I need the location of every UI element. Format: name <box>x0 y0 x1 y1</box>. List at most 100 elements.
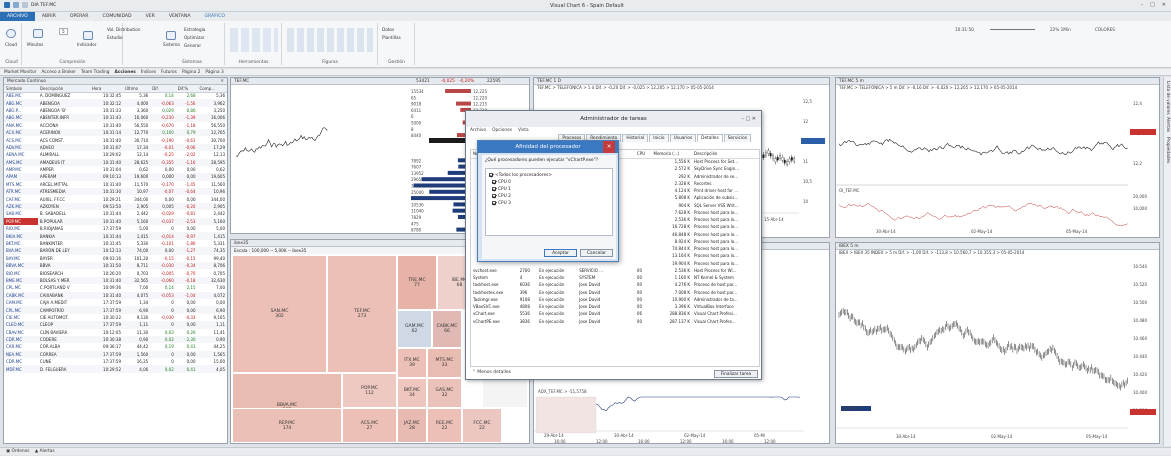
table-row[interactable]: ABG.MCABENTER.INFR10:31:4316,060-0,230-1… <box>4 114 227 121</box>
menu-opciones[interactable]: Opciones <box>492 128 512 133</box>
workspace-tab[interactable]: Acceso a Broker <box>41 70 75 75</box>
table-row[interactable]: APAMAPERAM09:10:1319,6000,0000,0019,605 <box>4 173 227 180</box>
table-row[interactable]: ADV.MCADVEO10:31:0717,34-0,01-0,0617,29 <box>4 144 227 151</box>
table-row[interactable]: CBAV.MCCLÍN BAVIERA10:12:0511,300,030,26… <box>4 329 227 336</box>
column-header[interactable]: Símbolo <box>4 85 38 92</box>
generar-button[interactable]: Generar <box>184 43 201 48</box>
treemap-cell[interactable]: REE.MC22 <box>427 408 462 443</box>
checkbox[interactable] <box>492 194 496 198</box>
table-row[interactable]: BVA.MCBARÓN DE LEY10:12:1374,000,00-1,27… <box>4 247 227 254</box>
workspace-tab[interactable]: Página 2 <box>182 70 200 75</box>
table-row[interactable]: CAM.MCCAJA A.MEDIT17:37:591,3400,000,00 <box>4 299 227 306</box>
table-row[interactable]: RIO.MCB.RIOJANAS17:37:595,0000,005,00 <box>4 225 227 232</box>
column-header[interactable]: Comp... <box>197 85 227 92</box>
sistema-button[interactable]: Sistema <box>163 42 180 47</box>
process-row[interactable]: System4En ejecuciónSYSTEM001.160 KNT Ker… <box>471 274 759 281</box>
ribbon-tab-archivo[interactable]: ARCHIVO <box>0 12 35 21</box>
price-chart-ibex[interactable]: 10.54010.52010.50010.48010.46010.44010.4… <box>836 258 1159 444</box>
table-row[interactable]: BAY.MCBAYER09:03:16101,20-0,15-0,1599,40 <box>4 255 227 262</box>
table-row[interactable]: CAR.MCCOR.ALBA09:36:1744,420,190,4344,25 <box>4 343 227 350</box>
minutos-button[interactable]: Minutos <box>27 42 43 47</box>
optimizar-button[interactable]: Optimizar <box>184 35 205 40</box>
close-icon[interactable]: ✕ <box>1162 2 1166 8</box>
checkbox[interactable] <box>492 201 496 205</box>
sidebar-tab-propiedades[interactable]: Propiedades <box>1165 137 1170 163</box>
chart-title[interactable]: TEF.MC 1 D <box>537 79 561 84</box>
checkbox[interactable] <box>489 173 493 177</box>
processor-option[interactable]: CPU 0 <box>489 179 609 186</box>
maximize-icon[interactable]: □ <box>1150 2 1155 8</box>
save-icon[interactable] <box>13 2 19 8</box>
tab-historial[interactable]: Historial <box>622 134 648 142</box>
indicador-button[interactable]: Indicador <box>77 42 97 47</box>
close-icon[interactable]: ✕ <box>603 141 615 153</box>
table-row[interactable]: AMS.MCAMADEUS IT10:31:4028,625-0,355-1,1… <box>4 159 227 166</box>
treemap-cell[interactable]: ITX.MC39 <box>397 348 427 378</box>
treemap-cell[interactable]: POP.MC112 <box>342 373 397 408</box>
fewer-details-toggle[interactable]: ⌃ Menos detalles <box>472 370 511 375</box>
table-row[interactable]: BKIA.MCBANKIA10:31:441,415-0,014-0,971,4… <box>4 232 227 239</box>
treemap-cell[interactable]: TEF.MC273 <box>327 255 397 373</box>
table-row[interactable]: ATR.MCATRESMEDIA10:31:3010,97-0,07-0,641… <box>4 188 227 195</box>
table-row[interactable]: CDR.MCCODERE10:30:380,900,022,300,90 <box>4 336 227 343</box>
ribbon-tab-operar[interactable]: OPERAR <box>63 12 96 21</box>
table-row[interactable]: CLEO.MCCLEOP17:37:591,1100,001,11 <box>4 321 227 328</box>
workspace-tab[interactable]: Índices <box>141 70 156 75</box>
treemap-cell[interactable]: TRE.MC77 <box>397 255 437 310</box>
table-row[interactable]: AENA.MCALMIRALL10:29:0212,14-0,25-2,0212… <box>4 151 227 158</box>
column-header[interactable]: Descripción <box>692 150 759 158</box>
accept-button[interactable]: Aceptar <box>544 249 577 257</box>
workspace-tab-active[interactable]: Acciones <box>114 70 135 75</box>
workspace-tab[interactable]: Futuros <box>161 70 177 75</box>
workspace-tab[interactable]: Página 3 <box>205 70 223 75</box>
table-row[interactable]: ACS.MCACS CONST.10:31:4030,710-0,190-0,6… <box>4 136 227 143</box>
ribbon-tab-abrir[interactable]: ABRIR <box>35 12 63 21</box>
estudio-button[interactable]: Estudio <box>107 35 123 40</box>
interval-field[interactable]: 5 <box>59 28 68 35</box>
table-row[interactable]: NEA.MCCORREA17:37:591,56000,001,565 <box>4 351 227 358</box>
table-row[interactable]: ACX.MCACERINOX10:31:1412,7700,1000,7912,… <box>4 129 227 136</box>
table-row[interactable]: BKT.MCBANKINTER10:31:455,330-0,101-1,865… <box>4 240 227 247</box>
treemap-cell[interactable]: JAZ.MC28 <box>397 408 427 443</box>
treemap-cell[interactable]: MTS.MC33 <box>427 348 462 378</box>
price-chart-5m[interactable]: 12,412,312,2OI_TEF.MC20,00010,00030-Abr-… <box>836 93 1159 238</box>
treemap-cell[interactable]: BKT.MC34 <box>397 378 427 408</box>
processor-option[interactable]: CPU 3 <box>489 200 609 207</box>
treemap-cell[interactable]: REP.MC174 <box>232 408 342 443</box>
chart-title[interactable]: IBEX 5 m <box>839 244 859 249</box>
column-header[interactable]: CPU <box>635 150 652 158</box>
process-row[interactable]: vChart.exe5536En ejecuciónJose David0628… <box>471 310 759 317</box>
treemap-cell[interactable]: ACS.MC27 <box>342 408 397 443</box>
table-row[interactable]: CPL.MCCAMPOFRÍO17:37:596,9000,006,90 <box>4 306 227 313</box>
processor-option[interactable]: CPU 1 <box>489 186 609 193</box>
tab-servicios[interactable]: Servicios <box>724 134 751 142</box>
table-row[interactable]: BIO.MCBIOSEARCH10:26:200,703-0,005-0,700… <box>4 269 227 276</box>
chart-title[interactable]: TEF.MC 5 m <box>839 79 864 84</box>
table-row[interactable]: ANA.MCACCIONA10:31:4056,550-0,670-1,1856… <box>4 122 227 129</box>
treemap-cell[interactable]: FCC.MC22 <box>462 408 502 443</box>
treemap-cell[interactable]: CABK.MC66 <box>432 310 462 348</box>
ribbon-tab-comunidad[interactable]: COMUNIDAD <box>96 12 139 21</box>
datos-button[interactable]: Datos <box>382 27 394 32</box>
table-row[interactable]: CPL.MCC.PORTLAND V10:09:367,000,142,157,… <box>4 284 227 291</box>
estrategia-button[interactable]: Estrategia <box>184 27 205 32</box>
column-header[interactable]: Descripción <box>38 85 90 92</box>
process-row[interactable]: taskhostex.exe396En ejecuciónJose David0… <box>471 289 759 296</box>
workspace-tab[interactable]: Market Monitor <box>4 70 36 75</box>
table-row[interactable]: ABG.P...ABENGOA 'B'10:31:333,3600,0290,8… <box>4 107 227 114</box>
status-ordenes[interactable]: Órdenes <box>11 449 29 454</box>
column-header[interactable]: Último <box>123 85 150 92</box>
table-row[interactable]: BBVA.MCBBVA10:31:508,711-0,030-0,348,706 <box>4 262 227 269</box>
treemap-cell[interactable]: GAM.MC62 <box>397 310 432 348</box>
treemap-cell[interactable]: GAS.MC32 <box>427 378 462 408</box>
process-row[interactable]: taskhost.exe6036En ejecuciónJose David00… <box>471 281 759 288</box>
process-row[interactable]: svchost.exe2700En ejecuciónSERVICIO ...0… <box>471 267 759 274</box>
vol-distribution-button[interactable]: Vol. Distribution <box>107 27 140 32</box>
table-row[interactable]: MTS.MCARCEL.MITTAL10:31:4011,570-0,170-1… <box>4 181 227 188</box>
tab-inicio[interactable]: Inicio <box>649 134 668 142</box>
process-row[interactable]: vChartPE.exe3836En ejecuciónJose David00… <box>471 318 759 325</box>
column-header[interactable]: Dif. <box>150 85 176 92</box>
column-header[interactable]: Hora <box>90 85 123 92</box>
tab-usuarios[interactable]: Usuarios <box>670 134 697 142</box>
table-row[interactable]: ABE.MCA. DOMÍNGUEZ10:32:455,360,142,685,… <box>4 92 227 99</box>
